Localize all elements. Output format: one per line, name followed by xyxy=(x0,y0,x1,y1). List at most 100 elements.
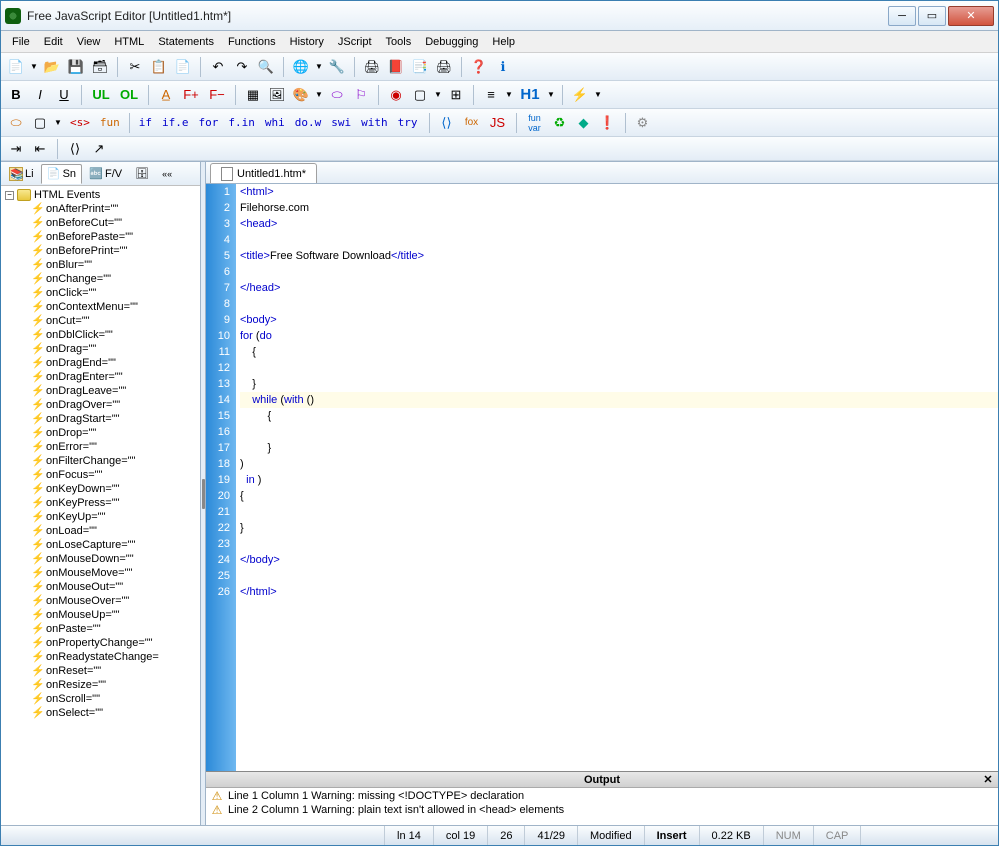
code-line[interactable] xyxy=(240,568,998,584)
tag-button[interactable]: ⬭ xyxy=(326,84,348,106)
keyword-fun[interactable]: fun xyxy=(95,116,125,129)
font-minus-button[interactable]: F− xyxy=(205,84,229,106)
arrow-button[interactable]: ↗ xyxy=(88,138,110,160)
open-button[interactable]: 📂 xyxy=(41,56,63,78)
tree-item[interactable]: ⚡onDragEnter="" xyxy=(3,370,198,384)
code-line[interactable] xyxy=(240,424,998,440)
bolt-button[interactable]: ⚡ xyxy=(569,84,591,106)
image-button[interactable]: 🖼 xyxy=(266,84,288,106)
code-line[interactable] xyxy=(240,504,998,520)
keyword-fin[interactable]: f.in xyxy=(223,116,260,129)
menu-jscript[interactable]: JScript xyxy=(331,33,379,51)
help-button[interactable]: ❓ xyxy=(468,56,490,78)
dropdown-icon[interactable]: ▼ xyxy=(593,84,603,106)
tree-item[interactable]: ⚡onBeforePrint="" xyxy=(3,244,198,258)
code-line[interactable]: <body> xyxy=(240,312,998,328)
print2-button[interactable]: 🖨 xyxy=(433,56,455,78)
tree-item[interactable]: ⚡onAfterPrint="" xyxy=(3,202,198,216)
paste-button[interactable]: 📄 xyxy=(172,56,194,78)
tree-item[interactable]: ⚡onMouseOut="" xyxy=(3,580,198,594)
save-button[interactable]: 💾 xyxy=(65,56,87,78)
code-line[interactable]: Filehorse.com xyxy=(240,200,998,216)
warn-button[interactable]: ❗ xyxy=(597,112,619,134)
tree-item[interactable]: ⚡onBeforeCut="" xyxy=(3,216,198,230)
undo-button[interactable]: ↶ xyxy=(207,56,229,78)
indent-button[interactable]: ⇥ xyxy=(5,138,27,160)
menu-debugging[interactable]: Debugging xyxy=(418,33,485,51)
keyword-with[interactable]: with xyxy=(356,116,393,129)
code-line[interactable]: <html> xyxy=(240,184,998,200)
tree-item[interactable]: ⚡onDragOver="" xyxy=(3,398,198,412)
code-line[interactable] xyxy=(240,296,998,312)
info-button[interactable]: ℹ xyxy=(492,56,514,78)
code-line[interactable]: } xyxy=(240,520,998,536)
menu-statements[interactable]: Statements xyxy=(151,33,221,51)
sidebar-tab-li[interactable]: 📚Li xyxy=(3,164,40,184)
tree-item[interactable]: ⚡onDragStart="" xyxy=(3,412,198,426)
save-all-button[interactable]: 🗃 xyxy=(89,56,111,78)
tree-root[interactable]: − HTML Events xyxy=(3,188,198,202)
keyword-if[interactable]: if xyxy=(134,116,157,129)
keyword-try[interactable]: try xyxy=(393,116,423,129)
palette-button[interactable]: 🎨 xyxy=(290,84,312,106)
tree-item[interactable]: ⚡onCut="" xyxy=(3,314,198,328)
code-line[interactable]: </body> xyxy=(240,552,998,568)
js-button[interactable]: ◉ xyxy=(385,84,407,106)
tree-item[interactable]: ⚡onKeyDown="" xyxy=(3,482,198,496)
tree-item[interactable]: ⚡onLoseCapture="" xyxy=(3,538,198,552)
code-editor[interactable]: 1234567891011121314151617181920212223242… xyxy=(206,184,998,771)
close-button[interactable]: ✕ xyxy=(948,6,994,26)
sidebar-tab-db[interactable]: 🗄 xyxy=(129,164,155,184)
menu-history[interactable]: History xyxy=(283,33,331,51)
output-line[interactable]: ⚠Line 2 Column 1 Warning: plain text isn… xyxy=(208,803,996,817)
dropdown-icon[interactable]: ▼ xyxy=(546,84,556,106)
js-logo-button[interactable]: JS xyxy=(486,112,510,134)
dropdown-icon[interactable]: ▼ xyxy=(314,56,324,78)
keyword-whi[interactable]: whi xyxy=(260,116,290,129)
doc-button[interactable]: 📑 xyxy=(409,56,431,78)
collapse-icon[interactable]: − xyxy=(5,191,14,200)
keyword-ife[interactable]: if.e xyxy=(157,116,194,129)
menu-view[interactable]: View xyxy=(70,33,108,51)
keyword-for[interactable]: for xyxy=(194,116,224,129)
tools-button[interactable]: 🔧 xyxy=(326,56,348,78)
tree-item[interactable]: ⚡onFilterChange="" xyxy=(3,454,198,468)
tree-item[interactable]: ⚡onChange="" xyxy=(3,272,198,286)
menu-tools[interactable]: Tools xyxy=(379,33,419,51)
tree-item[interactable]: ⚡onReadystateChange= xyxy=(3,650,198,664)
underline-button[interactable]: U xyxy=(53,84,75,106)
tree-item[interactable]: ⚡onDblClick="" xyxy=(3,328,198,342)
tree-item[interactable]: ⚡onReset="" xyxy=(3,664,198,678)
italic-button[interactable]: I xyxy=(29,84,51,106)
tree-item[interactable]: ⚡onFocus="" xyxy=(3,468,198,482)
tree-item[interactable]: ⚡onResize="" xyxy=(3,678,198,692)
tree-item[interactable]: ⚡onBeforePaste="" xyxy=(3,230,198,244)
bold-button[interactable]: B xyxy=(5,84,27,106)
sidebar-tab-more[interactable]: «« xyxy=(156,166,178,182)
keyword-s[interactable]: <s> xyxy=(65,116,95,129)
ul-button[interactable]: UL xyxy=(88,84,114,106)
tree-item[interactable]: ⚡onError="" xyxy=(3,440,198,454)
keyword-swi[interactable]: swi xyxy=(326,116,356,129)
book-button[interactable]: 📕 xyxy=(385,56,407,78)
box-button[interactable]: ▢ xyxy=(409,84,431,106)
tree-item[interactable]: ⚡onMouseOver="" xyxy=(3,594,198,608)
web-button[interactable]: 🌐 xyxy=(290,56,312,78)
code-line[interactable]: ) xyxy=(240,456,998,472)
code-line[interactable]: { xyxy=(240,344,998,360)
code-line[interactable] xyxy=(240,264,998,280)
tree-item[interactable]: ⚡onScroll="" xyxy=(3,692,198,706)
code-body[interactable]: <html>Filehorse.com<head><title>Free Sof… xyxy=(236,184,998,771)
refresh-button[interactable]: ♻ xyxy=(549,112,571,134)
menu-file[interactable]: File xyxy=(5,33,37,51)
sidebar-tab-sn[interactable]: 📄Sn xyxy=(41,164,82,184)
editor-tab[interactable]: Untitled1.htm* xyxy=(210,163,317,183)
code-line[interactable]: } xyxy=(240,440,998,456)
tree-item[interactable]: ⚡onDragLeave="" xyxy=(3,384,198,398)
align-button[interactable]: ≡ xyxy=(480,84,502,106)
outdent-button[interactable]: ⇤ xyxy=(29,138,51,160)
diamond-button[interactable]: ◆ xyxy=(573,112,595,134)
cut-button[interactable]: ✂ xyxy=(124,56,146,78)
snippet-doc-button[interactable]: ▢ xyxy=(29,112,51,134)
redo-button[interactable]: ↷ xyxy=(231,56,253,78)
